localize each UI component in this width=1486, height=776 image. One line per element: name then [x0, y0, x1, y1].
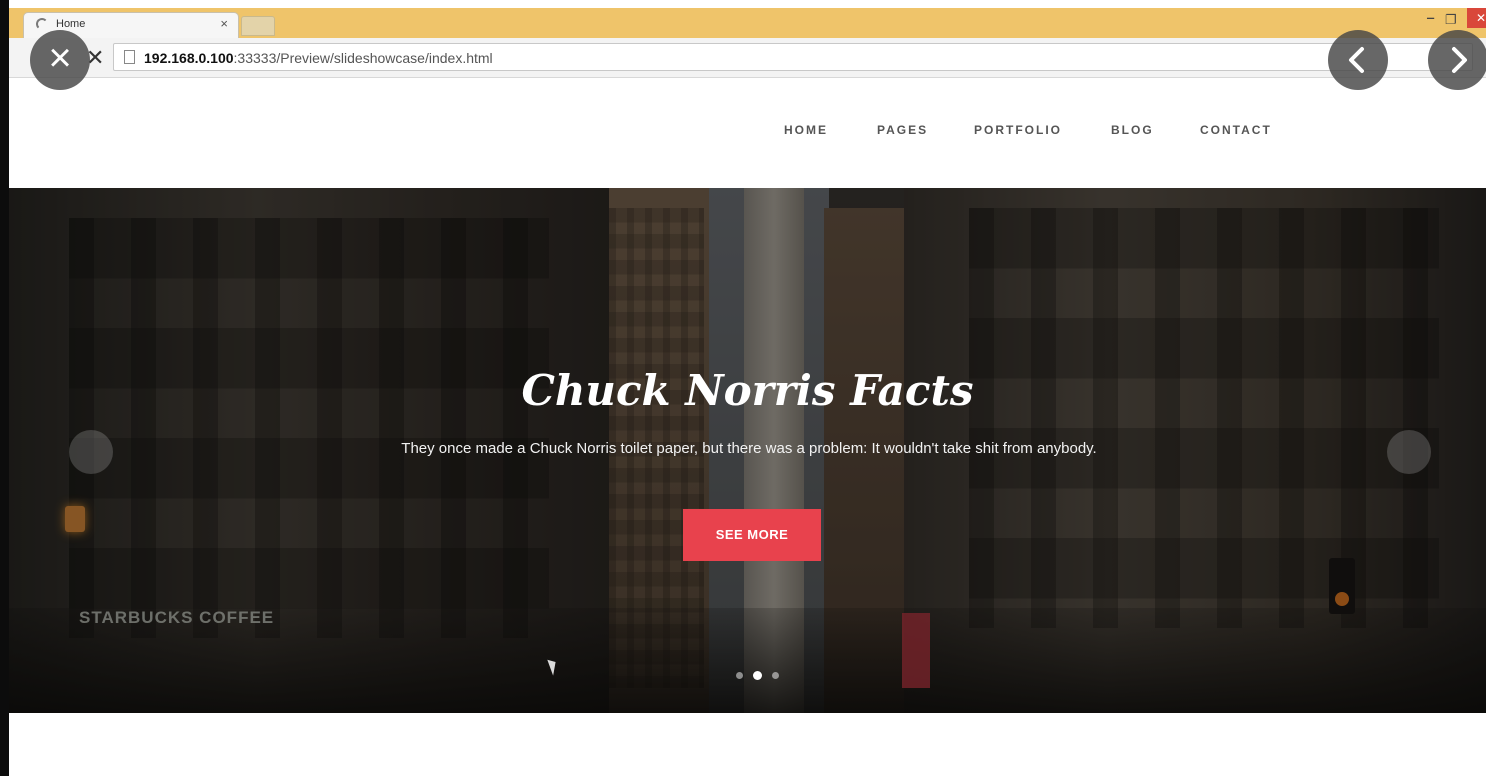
- address-bar[interactable]: 192.168.0.100:33333/Preview/slideshowcas…: [113, 43, 1473, 71]
- window-close-button[interactable]: ✕: [1467, 8, 1486, 28]
- browser-titlebar: Home × ‒ ❐ ✕: [9, 8, 1486, 38]
- overlay-next-button[interactable]: [1428, 30, 1486, 90]
- slider-prev-button[interactable]: [69, 430, 113, 474]
- nav-item-contact[interactable]: CONTACT: [1200, 123, 1272, 137]
- tab-title: Home: [56, 18, 86, 30]
- nav-item-portfolio[interactable]: PORTFOLIO: [974, 123, 1062, 137]
- overlay-prev-button[interactable]: [1328, 30, 1388, 90]
- slider-dot[interactable]: [772, 672, 779, 679]
- chevron-left-icon: [1349, 47, 1364, 73]
- slider-dot-active[interactable]: [753, 671, 762, 680]
- url-path: :33333/Preview/slideshowcase/index.html: [233, 50, 493, 66]
- url-text: 192.168.0.100:33333/Preview/slideshowcas…: [144, 50, 493, 66]
- hero-slider: STARBUCKS COFFEE Chuck Norris Facts They…: [9, 188, 1486, 713]
- site-header: HOME PAGES PORTFOLIO BLOG CONTACT: [9, 78, 1486, 188]
- chevron-right-icon: [1452, 47, 1467, 73]
- window-maximize-button[interactable]: ❐: [1445, 12, 1457, 28]
- page-icon: [124, 50, 135, 64]
- see-more-button[interactable]: SEE MORE: [683, 509, 821, 561]
- tab-close-icon[interactable]: ×: [220, 16, 228, 31]
- new-tab-button[interactable]: [241, 16, 275, 36]
- window-minimize-button[interactable]: ‒: [1427, 10, 1434, 25]
- nav-item-blog[interactable]: BLOG: [1111, 123, 1154, 137]
- slider-next-button[interactable]: [1387, 430, 1431, 474]
- nav-item-home[interactable]: HOME: [784, 123, 828, 137]
- url-host: 192.168.0.100: [144, 50, 234, 66]
- slide-text: They once made a Chuck Norris toilet pap…: [401, 440, 1097, 457]
- overlay-close-button[interactable]: ×: [30, 30, 90, 90]
- slider-dot[interactable]: [736, 672, 743, 679]
- nav-item-pages[interactable]: PAGES: [877, 123, 928, 137]
- frame-edge: [0, 0, 9, 776]
- page-content-below: [9, 713, 1486, 776]
- loading-spinner-icon: [36, 18, 48, 30]
- browser-toolbar: ✕ 192.168.0.100:33333/Preview/slideshowc…: [9, 38, 1486, 78]
- slide-title: Chuck Norris Facts: [521, 366, 974, 415]
